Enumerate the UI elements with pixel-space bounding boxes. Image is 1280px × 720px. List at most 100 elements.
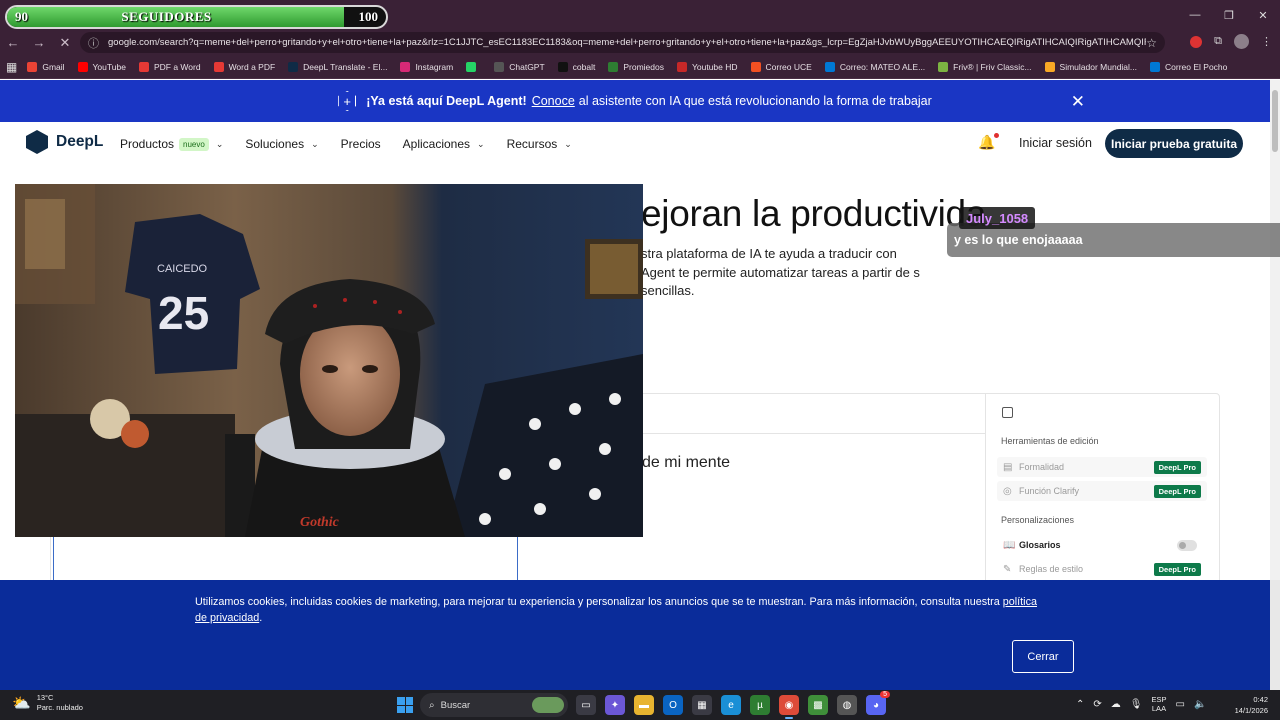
- bookmark-item[interactable]: PDF a Word: [138, 61, 201, 72]
- formality-row[interactable]: ▤ Formalidad DeepL Pro: [997, 457, 1207, 477]
- minecraft-icon[interactable]: ▩: [808, 695, 828, 715]
- clock-time: 0:42: [1253, 695, 1268, 704]
- game-launcher-icon[interactable]: ◍: [837, 695, 857, 715]
- bookmark-item[interactable]: Simulador Mundial...: [1044, 61, 1138, 72]
- bookmark-item[interactable]: Correo El Pocho: [1150, 61, 1228, 72]
- nav-item-aplicaciones[interactable]: Aplicaciones ⌄: [403, 137, 485, 151]
- forward-arrow-icon[interactable]: →: [26, 35, 52, 50]
- close-window-icon[interactable]: ✕: [1246, 0, 1280, 30]
- nav-item-recursos[interactable]: Recursos ⌄: [507, 137, 572, 151]
- bookmark-item[interactable]: Friv® | Friv Classic...: [938, 61, 1032, 72]
- outlook-icon[interactable]: O: [663, 695, 683, 715]
- clock[interactable]: 0:42 14/1/2026: [1228, 694, 1268, 716]
- address-bar[interactable]: ⓘ google.com/search?q=meme+del+perro+gri…: [80, 32, 1165, 53]
- bookmark-item[interactable]: Promiedos: [608, 61, 664, 72]
- bookmark-item[interactable]: ChatGPT: [494, 61, 545, 72]
- task-view-icon[interactable]: ▭: [576, 695, 596, 715]
- site-info-icon[interactable]: ⓘ: [88, 35, 104, 51]
- bookmark-item[interactable]: cobalt: [557, 61, 595, 72]
- youtube-hd-icon: [677, 61, 687, 72]
- bookmark-label: Gmail: [42, 61, 65, 72]
- followers-progress-bar: 90 SEGUIDORES 100: [5, 5, 388, 29]
- bookmark-label: Instagram: [415, 61, 454, 72]
- nav-item-label: Precios: [340, 137, 381, 151]
- formality-icon: ▤: [1003, 461, 1013, 473]
- minimize-icon[interactable]: —: [1178, 0, 1212, 30]
- utorrent-icon[interactable]: µ: [750, 695, 770, 715]
- search-icon: ⌕: [429, 699, 435, 711]
- microphone-icon[interactable]: 🎙: [1130, 699, 1143, 710]
- banner-link[interactable]: Conoce: [532, 94, 575, 108]
- chevron-up-icon[interactable]: ⌃: [1076, 699, 1084, 710]
- discord-icon[interactable]: 5 ◕: [866, 691, 890, 715]
- translation-text[interactable]: de mi mente: [642, 454, 730, 472]
- outlook-icon: [824, 61, 835, 72]
- style-rules-row[interactable]: ✎ Reglas de estilo DeepL Pro: [997, 559, 1207, 579]
- bookmark-label: Promiedos: [623, 61, 664, 72]
- windows-start-icon[interactable]: [397, 697, 413, 713]
- bookmark-item[interactable]: Correo: MATEO ALE...: [824, 61, 925, 72]
- nav-item-precios[interactable]: Precios: [341, 137, 381, 151]
- nav-item-productos[interactable]: Productos nuevo ⌄: [120, 137, 223, 151]
- style-rules-label: Reglas de estilo: [1019, 564, 1084, 574]
- apps-grid-icon[interactable]: ▦: [6, 60, 17, 74]
- back-arrow-icon[interactable]: ←: [0, 35, 26, 50]
- bookmark-label: Simulador Mundial...: [1059, 61, 1138, 72]
- bookmark-item[interactable]: DeepL Translate - El...: [288, 61, 387, 72]
- url-text[interactable]: google.com/search?q=meme+del+perro+grita…: [104, 37, 1146, 48]
- bookmark-label: Friv® | Friv Classic...: [953, 61, 1032, 72]
- panel-divider-vertical: [985, 394, 986, 594]
- login-link[interactable]: Iniciar sesión: [1019, 136, 1092, 150]
- weather-widget[interactable]: ⛅ 13°C Parc. nublado: [12, 693, 83, 713]
- microsoft-store-icon[interactable]: ▦: [692, 695, 712, 715]
- hero-description: stra plataforma de IA te ayuda a traduci…: [641, 246, 920, 298]
- bookmark-item[interactable]: Word a PDF: [213, 61, 275, 72]
- youtube-icon: [77, 61, 88, 72]
- cookie-close-button[interactable]: Cerrar: [1012, 640, 1074, 673]
- file-explorer-icon[interactable]: ▬: [634, 695, 654, 715]
- deepl-logo[interactable]: DeepL: [26, 130, 103, 154]
- edge-icon[interactable]: e: [721, 695, 741, 715]
- glossaries-toggle[interactable]: [1177, 539, 1197, 551]
- page-scrollbar[interactable]: [1270, 80, 1280, 580]
- glossaries-row[interactable]: 📖 Glosarios: [997, 535, 1207, 555]
- cloud-icon[interactable]: ☁: [1111, 699, 1121, 710]
- taskbar-search[interactable]: ⌕ Buscar: [420, 693, 568, 717]
- bookmark-item[interactable]: Correo UCE: [750, 61, 812, 72]
- pdf-icon: [213, 61, 224, 72]
- speaker-icon[interactable]: 🔈: [1194, 699, 1206, 710]
- bookmark-label: ChatGPT: [509, 61, 545, 72]
- bookmark-item[interactable]: Gmail: [27, 61, 65, 72]
- browser-menu-icon[interactable]: ⋮: [1261, 35, 1272, 48]
- clarify-row[interactable]: ◎ Función Clarify DeepL Pro: [997, 481, 1207, 501]
- bookmark-label: Correo El Pocho: [1165, 61, 1228, 72]
- bookmark-item[interactable]: Instagram: [400, 61, 454, 72]
- bookmark-item[interactable]: Youtube HD: [677, 61, 738, 72]
- bookmark-label: PDF a Word: [153, 61, 201, 72]
- close-banner-icon[interactable]: ✕: [1071, 92, 1085, 112]
- bookmark-item[interactable]: [466, 61, 481, 72]
- page-scrollbar-thumb[interactable]: [1272, 90, 1278, 152]
- promiedos-icon: [608, 61, 619, 72]
- bookmarks-bar: ▦ Gmail YouTube PDF a Word Word a PDF DeepL …: [0, 55, 1280, 79]
- outlook-icon: [1150, 61, 1161, 72]
- stop-loading-icon[interactable]: ✕: [52, 35, 78, 51]
- simulator-icon: [1044, 61, 1055, 72]
- browser-toolbar: ← → ✕ ⓘ google.com/search?q=meme+del+per…: [0, 30, 1280, 55]
- profile-avatar[interactable]: [1234, 34, 1249, 49]
- free-trial-button[interactable]: Iniciar prueba gratuita: [1105, 129, 1243, 158]
- monitor-icon[interactable]: ▭: [1176, 699, 1185, 710]
- side-panel-icon[interactable]: [1002, 407, 1013, 418]
- extension-icon[interactable]: [1190, 35, 1203, 48]
- nav-item-soluciones[interactable]: Soluciones ⌄: [245, 137, 318, 151]
- copilot-icon[interactable]: ✦: [605, 695, 625, 715]
- language-indicator[interactable]: ESP LAA: [1151, 695, 1166, 713]
- bookmark-item[interactable]: YouTube: [77, 61, 126, 72]
- notification-bell-icon[interactable]: 🔔: [978, 134, 995, 151]
- chrome-icon[interactable]: ◉: [779, 695, 799, 719]
- sync-icon[interactable]: ⟳: [1093, 699, 1101, 710]
- restore-icon[interactable]: ❐: [1212, 0, 1246, 30]
- extensions-puzzle-icon[interactable]: ⧉: [1214, 35, 1222, 48]
- chevron-down-icon: ⌄: [477, 138, 485, 149]
- bookmark-star-icon[interactable]: ☆: [1146, 36, 1157, 50]
